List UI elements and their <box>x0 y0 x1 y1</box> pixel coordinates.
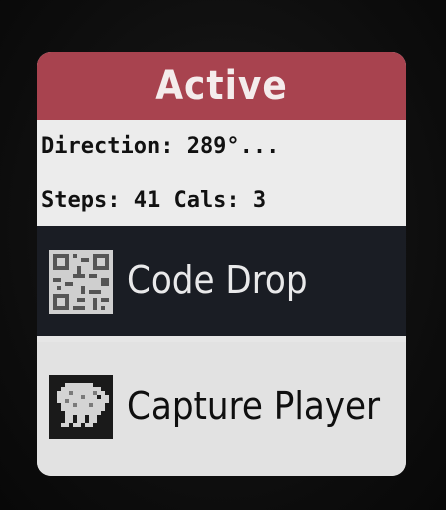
status-header: Active <box>37 52 406 120</box>
device-screen: Active Direction: 289°... Steps: 41 Cals… <box>37 52 406 476</box>
menu-item-label: Code Drop <box>127 258 308 302</box>
menu-item-code-drop[interactable]: Code Drop <box>37 226 406 336</box>
qr-code-icon <box>49 250 113 314</box>
status-title: Active <box>155 63 288 109</box>
steps-calories-readout: Steps: 41 Cals: 3 <box>41 188 267 213</box>
creature-icon <box>49 375 113 439</box>
direction-readout: Direction: 289°... <box>41 134 280 159</box>
menu-item-capture-player[interactable]: Capture Player <box>37 342 406 476</box>
menu-item-label: Capture Player <box>127 384 381 428</box>
